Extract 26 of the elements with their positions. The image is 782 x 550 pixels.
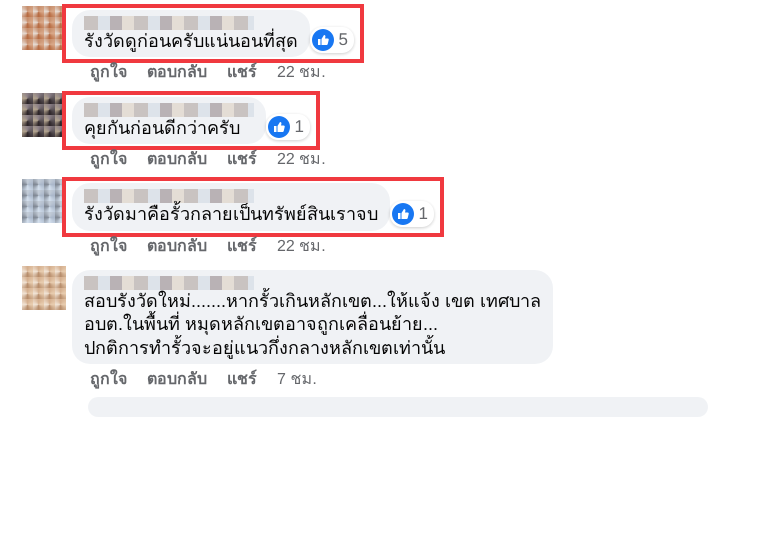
reaction-badge[interactable]: 1 bbox=[266, 114, 310, 140]
like-icon bbox=[392, 202, 414, 225]
comment-time[interactable]: 22 ชม. bbox=[277, 63, 326, 83]
action-link[interactable]: แชร์ bbox=[227, 236, 257, 256]
like-icon bbox=[312, 29, 334, 52]
reaction-badge[interactable]: 5 bbox=[310, 27, 354, 54]
action-link[interactable]: ถูกใจ bbox=[90, 150, 127, 170]
action-link[interactable]: ตอบกลับ bbox=[147, 370, 207, 390]
action-link[interactable]: ตอบกลับ bbox=[147, 63, 207, 83]
reaction-badge[interactable]: 1 bbox=[390, 200, 434, 227]
action-link[interactable]: ถูกใจ bbox=[90, 63, 127, 83]
action-link[interactable]: ถูกใจ bbox=[90, 370, 127, 390]
comment-time[interactable]: 22 ชม. bbox=[277, 236, 326, 256]
comment-time[interactable]: 22 ชม. bbox=[277, 150, 326, 170]
action-link[interactable]: ตอบกลับ bbox=[147, 150, 207, 170]
comment-time[interactable]: 7 ชม. bbox=[277, 370, 317, 390]
action-link[interactable]: แชร์ bbox=[227, 150, 257, 170]
comment-text: รังวัดมาคือรั้วกลายเป็นทรัพย์สินเราจบ bbox=[84, 203, 378, 227]
action-link[interactable]: แชร์ bbox=[227, 370, 257, 390]
comment-text: สอบรังวัดใหม่.......หากรั้วเกินหลักเขต...ให้แจ้ง เขต เทศบาล อบต.ในพื้นที่ หมุดหลักเขตอาจถูกเคลื่อนย้าย... ปกติการทำรั้วจะอยู่แนวกึ่งกลางหลักเขตเท่านั้น bbox=[84, 290, 542, 360]
like-icon bbox=[268, 116, 290, 138]
action-link[interactable]: ตอบกลับ bbox=[147, 236, 207, 256]
action-link[interactable]: ถูกใจ bbox=[90, 236, 127, 256]
comment-text: คุยกันก่อนดีกว่าครับ bbox=[84, 116, 241, 140]
action-link[interactable]: แชร์ bbox=[227, 63, 257, 83]
comment-text: รังวัดดูก่อนครับแน่นอนที่สุด bbox=[84, 30, 298, 54]
